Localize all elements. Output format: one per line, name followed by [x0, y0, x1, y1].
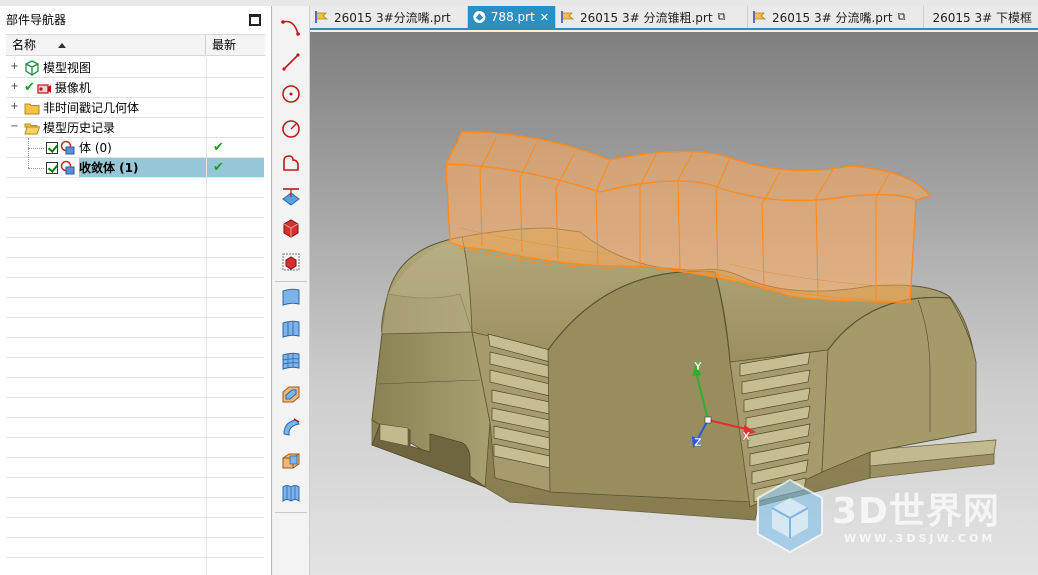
camera-icon — [37, 83, 51, 94]
close-tab-icon[interactable]: ✕ — [540, 11, 549, 24]
part-file-icon — [928, 16, 929, 18]
model-views-icon — [25, 59, 39, 76]
collapse-icon[interactable]: − — [10, 122, 19, 132]
maximize-icon[interactable] — [249, 14, 261, 26]
visibility-checkbox[interactable] — [46, 161, 58, 174]
through-curves-icon[interactable] — [279, 317, 303, 341]
modified-indicator-icon: ⧉ — [897, 10, 906, 23]
extract-curve-icon[interactable] — [279, 184, 303, 208]
expand-icon[interactable]: + — [10, 102, 19, 112]
studio-spline-icon[interactable] — [279, 151, 303, 175]
navigator-title-bar: 部件导航器 — [0, 6, 271, 34]
arc-curve-icon[interactable] — [279, 16, 303, 40]
tab-26015-3-nozzle-2[interactable]: 26015 3# 分流嘴.prt ⧉ — [748, 6, 924, 28]
watermark: 3D世界网 WWW.3DSJW.COM — [752, 476, 1032, 566]
offset-face-icon[interactable] — [279, 382, 303, 406]
modified-indicator-icon: ⧉ — [717, 10, 726, 23]
part-file-icon — [561, 11, 575, 23]
tab-26015-3-nozzle[interactable]: 26015 3#分流嘴.prt — [310, 6, 468, 28]
watermark-text: 3D世界网 — [832, 491, 1000, 532]
mesh-surface-icon[interactable] — [279, 349, 303, 373]
part-file-icon — [753, 11, 767, 23]
folder-icon — [24, 103, 40, 114]
tree-item-label: 模型视图 — [43, 60, 92, 75]
navigator-tree: + 模型视图 + ✔ 摄像机 + 非时间戳记几何体 − 模型历史记录 体 (0)… — [6, 58, 264, 575]
body-feature-icon — [60, 140, 75, 154]
folder-open-icon — [24, 123, 40, 134]
block-outline-icon[interactable] — [279, 250, 303, 274]
circle-icon[interactable] — [279, 82, 303, 106]
part-navigator: 部件导航器 名称 最新 + 模型视图 + ✔ 摄像机 + 非时间戳记几何体 − … — [0, 6, 272, 575]
tree-item-label: 非时间戳记几何体 — [43, 100, 140, 115]
column-name-header[interactable]: 名称 — [6, 35, 206, 55]
tree-item-convergent-body-1[interactable]: 收敛体 (1) ✔ — [6, 158, 264, 178]
document-tabs: 26015 3#分流嘴.prt 788.prt ✕ 26015 3# 分流锥粗.… — [310, 6, 1038, 30]
box-trim-icon[interactable] — [279, 449, 303, 473]
tree-item-label: 摄像机 — [54, 80, 91, 95]
arc-center-icon[interactable] — [279, 117, 303, 141]
sort-ascending-icon — [58, 43, 66, 48]
line-icon[interactable] — [279, 50, 303, 74]
navigator-title: 部件导航器 — [6, 13, 67, 27]
convergent-body-icon — [60, 160, 75, 174]
tree-item-label: 体 (0) — [79, 140, 112, 155]
block-solid-icon[interactable] — [279, 216, 303, 240]
check-icon: ✔ — [24, 79, 35, 95]
sweep-icon[interactable] — [279, 415, 303, 439]
tree-item-model-history[interactable]: − 模型历史记录 — [6, 118, 264, 138]
part-file-icon — [315, 11, 329, 23]
tree-item-non-timestamp-geometry[interactable]: + 非时间戳记几何体 — [6, 98, 264, 118]
ruled-surface-icon[interactable] — [279, 481, 303, 505]
watermark-logo-icon — [757, 478, 823, 554]
tree-item-label: 收敛体 (1) — [79, 160, 139, 175]
graphics-viewport[interactable]: Y X Z 3D世界网 WWW.3DSJW.COM — [310, 32, 1038, 575]
vertical-toolbar — [273, 6, 310, 575]
tab-26015-3-lower-mold[interactable]: 26015 3# 下模框 — [924, 6, 1038, 28]
latest-check-icon: ✔ — [213, 139, 224, 155]
tab-788[interactable]: 788.prt ✕ — [468, 6, 556, 28]
expand-icon[interactable]: + — [10, 62, 19, 72]
tree-item-body-0[interactable]: 体 (0) ✔ — [6, 138, 264, 168]
visibility-checkbox[interactable] — [46, 141, 58, 154]
z-axis-label: Z — [694, 436, 702, 449]
tab-26015-3-splitter-cone[interactable]: 26015 3# 分流锥粗.prt ⧉ — [556, 6, 748, 28]
surface-patch-icon[interactable] — [279, 285, 303, 309]
y-axis-label: Y — [693, 360, 703, 373]
expand-icon[interactable]: + — [10, 82, 19, 92]
part-file-active-icon — [473, 10, 486, 24]
tree-item-model-views[interactable]: + 模型视图 — [6, 58, 264, 78]
column-latest-header[interactable]: 最新 — [206, 35, 265, 55]
watermark-url: WWW.3DSJW.COM — [844, 532, 996, 545]
x-axis-label: X — [742, 430, 751, 443]
tree-item-camera[interactable]: + ✔ 摄像机 — [6, 78, 264, 98]
tree-item-label: 模型历史记录 — [43, 120, 116, 135]
navigator-column-header: 名称 最新 — [6, 34, 265, 56]
latest-check-icon: ✔ — [213, 159, 224, 175]
